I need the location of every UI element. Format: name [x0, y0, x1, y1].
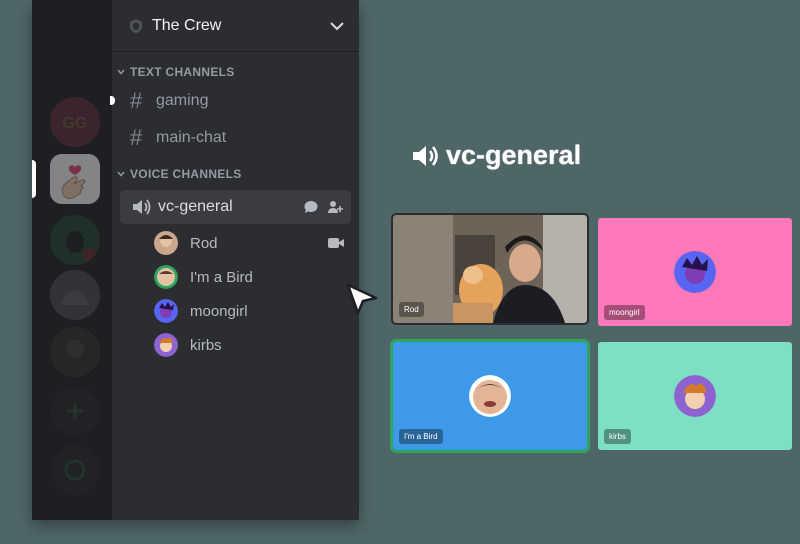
- voice-member-im-a-bird[interactable]: I'm a Bird: [112, 260, 359, 294]
- video-tile-moongirl[interactable]: moongirl: [598, 218, 792, 326]
- voice-member-moongirl[interactable]: moongirl: [112, 294, 359, 328]
- speaker-icon: [133, 199, 151, 215]
- kirbs-avatar-icon: [674, 375, 716, 417]
- speaker-icon: [413, 145, 438, 166]
- member-name: I'm a Bird: [190, 268, 253, 286]
- server-icon-gg[interactable]: GG: [50, 97, 100, 147]
- video-tile-rod[interactable]: Rod: [391, 213, 589, 325]
- bird-avatar-icon: [154, 265, 178, 289]
- channel-name: vc-general: [158, 198, 233, 215]
- category-label: TEXT CHANNELS: [130, 65, 235, 79]
- member-name: Rod: [190, 234, 218, 252]
- video-camera-icon: [328, 238, 344, 248]
- server-icon-the-crew[interactable]: [50, 154, 100, 204]
- member-name: moongirl: [190, 302, 248, 320]
- active-server-indicator: [32, 160, 36, 198]
- participant-name-tag: kirbs: [604, 429, 631, 444]
- member-name: kirbs: [190, 336, 222, 354]
- egg-server-icon: [50, 215, 100, 265]
- chevron-down-icon[interactable]: [329, 18, 345, 34]
- participant-name-tag: I'm a Bird: [399, 429, 443, 444]
- chevron-down-icon: [117, 69, 125, 75]
- hash-icon: #: [130, 125, 143, 150]
- server-icon-brown[interactable]: [50, 327, 100, 377]
- chevron-down-icon: [117, 171, 125, 177]
- server-header[interactable]: The Crew: [112, 0, 359, 52]
- moongirl-avatar-icon: [674, 251, 716, 293]
- voice-member-kirbs[interactable]: kirbs: [112, 328, 359, 362]
- chat-bubble-icon[interactable]: [303, 199, 319, 215]
- bird-avatar-icon: [469, 375, 511, 417]
- call-title: vc-general: [410, 140, 581, 171]
- svg-text:GG: GG: [63, 115, 88, 132]
- call-channel-name: vc-general: [446, 140, 582, 170]
- explore-servers-button[interactable]: [50, 445, 100, 495]
- server-icon-grey[interactable]: [50, 270, 100, 320]
- add-member-icon[interactable]: [327, 199, 343, 215]
- server-badge-icon: [130, 18, 142, 33]
- avatar: [154, 333, 178, 357]
- moongirl-avatar-icon: [154, 299, 178, 323]
- avatar: [154, 299, 178, 323]
- avatar: [674, 251, 716, 293]
- voice-channel-vc-general[interactable]: vc-general: [120, 190, 351, 224]
- channel-gaming[interactable]: # gaming: [120, 84, 351, 118]
- mouse-cursor-icon: [346, 283, 378, 315]
- participant-name-tag: Rod: [399, 302, 424, 317]
- video-tile-im-a-bird[interactable]: I'm a Bird: [390, 339, 590, 453]
- avatar: [674, 375, 716, 417]
- finger-heart-icon: [50, 154, 100, 204]
- avatar: [469, 375, 511, 417]
- gg-server-icon: GG: [50, 97, 100, 147]
- app-window: GG The Crew TEXT CHANNELS # gaming # mai…: [32, 0, 359, 520]
- voice-member-rod[interactable]: Rod: [112, 226, 359, 260]
- add-server-button[interactable]: [50, 386, 100, 436]
- server-rail: GG: [32, 0, 112, 520]
- channel-name: gaming: [156, 92, 209, 109]
- avatar: [154, 265, 178, 289]
- channel-main-chat[interactable]: # main-chat: [120, 121, 351, 155]
- avatar: [154, 231, 178, 255]
- photo-server-icon: [50, 327, 100, 377]
- category-text-channels[interactable]: TEXT CHANNELS: [112, 65, 359, 79]
- channel-sidebar: The Crew TEXT CHANNELS # gaming # main-c…: [112, 0, 359, 520]
- participant-name-tag: moongirl: [604, 305, 645, 320]
- hash-icon: #: [130, 88, 143, 113]
- server-name: The Crew: [152, 16, 222, 34]
- rod-avatar-icon: [154, 231, 178, 255]
- channel-name: main-chat: [156, 129, 227, 146]
- video-tile-kirbs[interactable]: kirbs: [598, 342, 792, 450]
- plus-icon: [50, 386, 100, 436]
- kirbs-avatar-icon: [154, 333, 178, 357]
- anime-server-icon: [50, 270, 100, 320]
- category-voice-channels[interactable]: VOICE CHANNELS: [112, 167, 359, 181]
- server-icon-green[interactable]: [50, 215, 100, 265]
- compass-icon: [50, 445, 100, 495]
- category-label: VOICE CHANNELS: [130, 167, 242, 181]
